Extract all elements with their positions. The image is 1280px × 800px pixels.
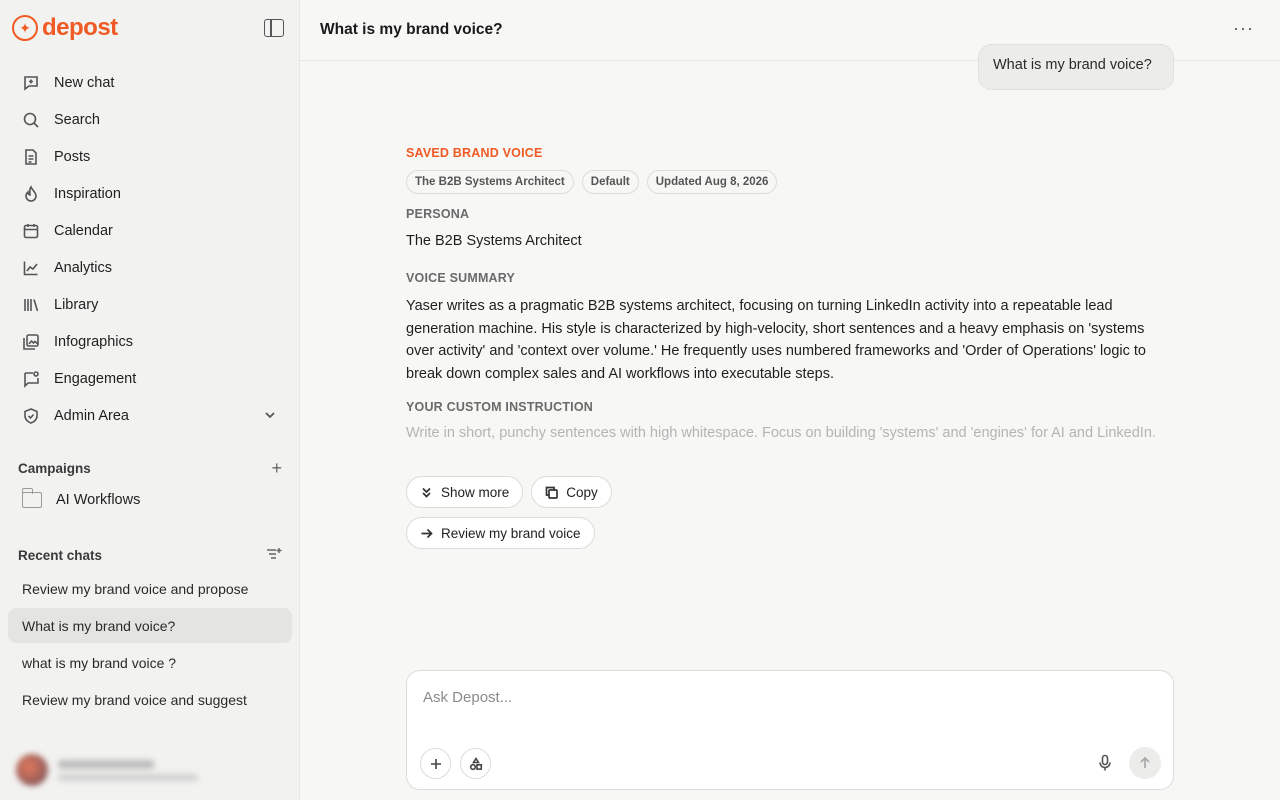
more-options-icon[interactable]: ···	[1233, 18, 1254, 39]
assistant-answer: SAVED BRAND VOICE The B2B Systems Archit…	[406, 146, 1176, 441]
document-icon	[22, 148, 40, 166]
sidebar: ✦ depost New chat Search Posts Inspirati…	[0, 0, 300, 800]
add-campaign-icon[interactable]: +	[271, 458, 282, 479]
message-flag-icon	[22, 370, 40, 388]
sidebar-item-label: Analytics	[54, 259, 113, 276]
tools-button[interactable]	[460, 748, 491, 779]
recent-chat-item-active[interactable]: What is my brand voice?	[8, 608, 292, 643]
review-label: Review my brand voice	[441, 525, 581, 541]
campaigns-title: Campaigns	[18, 461, 91, 476]
copy-label: Copy	[566, 484, 598, 500]
sidebar-item-inspiration[interactable]: Inspiration	[8, 175, 292, 212]
sidebar-item-label: New chat	[54, 74, 115, 91]
microphone-icon[interactable]	[1097, 754, 1113, 777]
chat-input[interactable]	[423, 689, 1123, 706]
logo-sparkle-icon: ✦	[12, 15, 38, 41]
folder-icon	[21, 488, 42, 508]
chevron-down-icon[interactable]	[264, 409, 276, 425]
sidebar-item-search[interactable]: Search	[8, 101, 292, 138]
copy-button[interactable]: Copy	[531, 476, 612, 508]
sidebar-item-library[interactable]: Library	[8, 286, 292, 323]
search-icon	[22, 111, 40, 129]
recent-chats-list: Review my brand voice and propose What i…	[8, 571, 292, 719]
answer-eyebrow: SAVED BRAND VOICE	[406, 146, 543, 160]
sidebar-item-label: Admin Area	[54, 407, 129, 424]
avatar	[16, 754, 48, 786]
filter-list-icon[interactable]	[266, 545, 282, 566]
recent-chats-title: Recent chats	[18, 548, 103, 563]
sidebar-item-label: Engagement	[54, 370, 137, 387]
sidebar-item-analytics[interactable]: Analytics	[8, 249, 292, 286]
recent-chat-item[interactable]: Review my brand voice and propose	[8, 571, 292, 606]
persona-chip: The B2B Systems Architect	[406, 170, 574, 194]
show-more-label: Show more	[441, 484, 510, 500]
user-message-bubble: What is my brand voice?	[978, 44, 1174, 90]
plus-icon	[430, 758, 441, 769]
show-more-button[interactable]: Show more	[406, 476, 524, 508]
sidebar-toggle-icon[interactable]	[264, 19, 284, 37]
page-title: What is my brand voice?	[320, 21, 503, 38]
chevrons-down-icon	[422, 487, 431, 498]
voice-summary-text: Yaser writes as a pragmatic B2B systems …	[406, 298, 1146, 382]
sidebar-item-label: Posts	[54, 148, 91, 165]
sidebar-item-label: Calendar	[54, 222, 113, 239]
voice-summary-label: VOICE SUMMARY	[406, 271, 516, 285]
sidebar-item-engagement[interactable]: Engagement	[8, 360, 292, 397]
persona-label: PERSONA	[406, 207, 470, 221]
logo[interactable]: ✦ depost	[12, 14, 118, 42]
sidebar-nav: New chat Search Posts Inspiration Calend…	[8, 64, 292, 434]
sidebar-item-admin-area[interactable]: Admin Area	[8, 397, 292, 434]
sidebar-item-new-chat[interactable]: New chat	[8, 64, 292, 101]
arrow-up-icon	[1140, 756, 1150, 768]
chat-composer	[406, 670, 1174, 790]
recent-chats-header: Recent chats	[18, 545, 282, 566]
logo-text: depost	[42, 14, 118, 41]
sidebar-item-posts[interactable]: Posts	[8, 138, 292, 175]
sidebar-item-label: Infographics	[54, 333, 133, 350]
flame-icon	[22, 184, 40, 203]
custom-instruction-text: Write in short, punchy sentences with hi…	[406, 425, 1156, 441]
user-profile[interactable]	[16, 752, 286, 788]
user-info-blurred	[58, 759, 198, 781]
recent-chat-item[interactable]: Review my brand voice and suggest	[8, 682, 292, 717]
sidebar-item-infographics[interactable]: Infographics	[8, 323, 292, 360]
add-attachment-button[interactable]	[420, 748, 451, 779]
updated-date-chip: Updated Aug 8, 2026	[646, 170, 778, 194]
sidebar-item-label: Library	[54, 296, 99, 313]
answer-chips: The B2B Systems Architect Default Update…	[406, 170, 1176, 194]
sidebar-item-label: Search	[54, 111, 100, 128]
sidebar-item-label: Inspiration	[54, 185, 121, 202]
persona-value: The B2B Systems Architect	[406, 233, 582, 249]
answer-actions: Show more Copy	[406, 476, 612, 508]
default-chip: Default	[581, 170, 639, 194]
send-button[interactable]	[1129, 747, 1161, 779]
recent-chat-item[interactable]: what is my brand voice ?	[8, 645, 292, 680]
shapes-icon	[469, 756, 482, 770]
copy-icon	[545, 486, 559, 499]
library-icon	[22, 296, 40, 314]
image-gallery-icon	[22, 333, 40, 351]
calendar-icon	[22, 222, 40, 240]
campaign-label: AI Workflows	[56, 492, 141, 508]
campaigns-header: Campaigns +	[18, 458, 282, 479]
new-chat-icon	[22, 74, 40, 92]
sidebar-item-calendar[interactable]: Calendar	[8, 212, 292, 249]
review-brand-voice-button[interactable]: Review my brand voice	[406, 517, 595, 549]
shield-icon	[22, 407, 40, 425]
campaign-item[interactable]: AI Workflows	[21, 488, 141, 508]
line-chart-icon	[22, 259, 40, 277]
custom-instruction-label: YOUR CUSTOM INSTRUCTION	[406, 400, 594, 414]
arrow-right-icon	[421, 528, 433, 538]
